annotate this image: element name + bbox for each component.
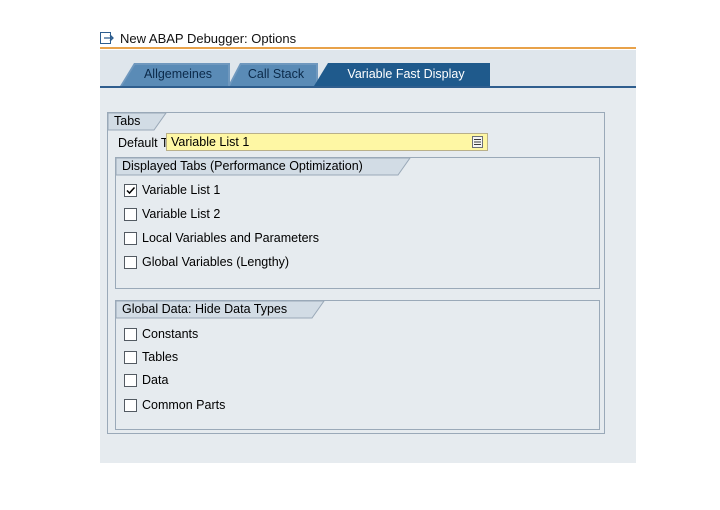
checkbox-label: Variable List 2 [142, 207, 221, 221]
checkbox-box[interactable] [124, 232, 137, 245]
checkbox-label: Data [142, 373, 169, 387]
dropdown-list-icon[interactable] [472, 136, 483, 148]
tab-allgemeines[interactable]: Allgemeines [120, 63, 230, 86]
checkbox-box[interactable] [124, 374, 137, 387]
window-icon [100, 32, 114, 44]
default-tab-value: Variable List 1 [171, 135, 250, 149]
tab-label: Allgemeines [143, 67, 213, 81]
tab-label: Call Stack [247, 67, 305, 81]
group-title-text: Displayed Tabs (Performance Optimization… [122, 159, 363, 173]
group-title-text: Tabs [114, 114, 141, 128]
displayed-tabs-group: Displayed Tabs (Performance Optimization… [115, 157, 600, 289]
checkbox-label: Tables [142, 350, 179, 364]
tab-call-stack[interactable]: Call Stack [228, 63, 318, 86]
checkbox-label: Constants [142, 327, 199, 341]
checkbox-box[interactable] [124, 184, 137, 197]
tab-label: Variable Fast Display [347, 67, 465, 81]
checkbox-label: Local Variables and Parameters [142, 231, 319, 245]
checkbox-box[interactable] [124, 208, 137, 221]
checkbox-label: Common Parts [142, 398, 226, 412]
tab-strip: Allgemeines Call Stack Variable Fast Dis… [100, 50, 636, 87]
checkbox-label: Global Variables (Lengthy) [142, 255, 290, 269]
window-titlebar: New ABAP Debugger: Options [100, 30, 636, 48]
group-title-text: Global Data: Hide Data Types [122, 302, 288, 316]
title-divider [100, 47, 636, 49]
checkbox-box[interactable] [124, 256, 137, 269]
checkbox-box[interactable] [124, 328, 137, 341]
checkbox-box[interactable] [124, 399, 137, 412]
default-tab-dropdown[interactable]: Variable List 1 [166, 133, 488, 151]
tab-variable-fast-display[interactable]: Variable Fast Display [314, 63, 490, 86]
window-title: New ABAP Debugger: Options [120, 31, 297, 46]
checkbox-box[interactable] [124, 351, 137, 364]
checkbox-label: Variable List 1 [142, 183, 221, 197]
